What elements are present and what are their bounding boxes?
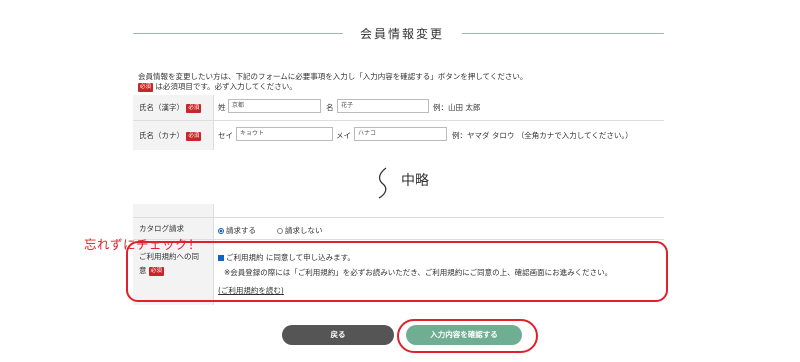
catalog-option-no-label: 請求しない — [285, 226, 323, 235]
sei-kana-input[interactable]: キョウト — [236, 127, 333, 141]
name-kana-example: 例：ヤマダ タロウ （全角カナで入力してください。） — [452, 131, 633, 140]
mei-kana-input[interactable]: ハナコ — [354, 127, 447, 141]
radio-selected-icon[interactable] — [218, 228, 224, 234]
blank-label-cell — [133, 204, 213, 218]
required-badge: 必須 — [138, 82, 154, 92]
header-rule-left — [133, 33, 343, 34]
catalog-option-yes-label: 請求する — [226, 226, 256, 235]
omission-text: 中略 — [401, 173, 429, 189]
omission-squiggle-icon — [378, 167, 387, 199]
sei-label: 姓 — [218, 103, 226, 112]
page-title: 会員情報変更 — [359, 27, 444, 41]
intro-required-note: 必須 は必須項目です。必ず入力してください。 — [138, 81, 297, 92]
mei-input[interactable]: 花子 — [337, 99, 429, 113]
name-kanji-example: 例：山田 太郎 — [433, 103, 481, 112]
blank-value-cell — [213, 204, 664, 218]
mei-kana-label: メイ — [336, 131, 351, 140]
mei-label: 名 — [326, 103, 334, 112]
catalog-label: カタログ請求 — [139, 224, 184, 233]
confirm-button[interactable]: 入力内容を確認する — [406, 325, 522, 345]
name-kana-label: 氏名（カナ） — [139, 131, 184, 140]
check-reminder-callout: 忘れずにチェック！ — [84, 237, 202, 252]
name-kana-label-cell: 氏名（カナ） 必須 — [133, 121, 213, 150]
required-badge: 必須 — [186, 131, 202, 141]
header-rule-right — [462, 33, 664, 34]
name-kanji-label: 氏名（漢字） — [139, 103, 184, 112]
catalog-option-no[interactable]: 請求しない — [277, 225, 323, 236]
required-badge: 必須 — [186, 103, 202, 113]
terms-highlight-frame — [126, 241, 668, 302]
back-button[interactable]: 戻る — [282, 325, 394, 345]
sei-kana-label: セイ — [218, 131, 233, 140]
radio-unselected-icon[interactable] — [277, 228, 283, 234]
name-kanji-label-cell: 氏名（漢字） 必須 — [133, 95, 213, 121]
sei-input[interactable]: 京都 — [228, 99, 321, 113]
catalog-option-yes[interactable]: 請求する — [218, 225, 256, 236]
intro-required-text: は必須項目です。必ず入力してください。 — [155, 82, 297, 91]
